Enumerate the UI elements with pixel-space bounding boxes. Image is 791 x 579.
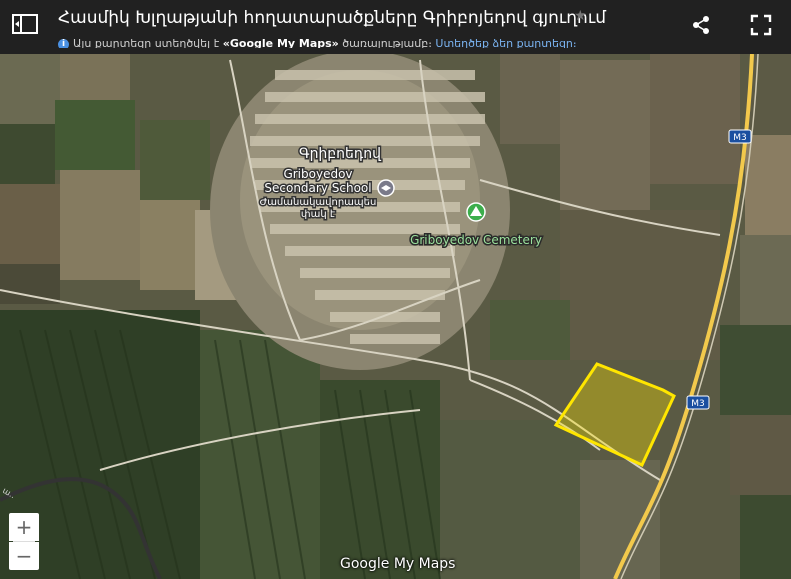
school-pin[interactable] <box>377 179 395 197</box>
village-label: Գրիբոեդով <box>299 146 382 162</box>
google-my-maps-logo[interactable]: Google My Maps <box>340 556 455 572</box>
cemetery-pin[interactable] <box>466 202 486 222</box>
school-label-line3: Ժամանակավորապես <box>260 197 377 208</box>
map-viewer: M3 M3 Գրիբոեդով Griboyedov Secondary Sch… <box>0 0 791 579</box>
road-shield-m3-top: M3 <box>728 129 752 144</box>
school-label-line2: Secondary School <box>264 181 371 195</box>
header-bar: Հասմիկ Խլղաթյանի հողատարածքները Գրիբոյեդ… <box>0 0 791 54</box>
road-shield-m3-bottom: M3 <box>686 395 710 410</box>
info-line: i Այս քարտեզը ստեղծվել է «Google My Maps»… <box>58 34 577 48</box>
create-map-link[interactable]: Ստեղծեք ձեր քարտեզը։ <box>435 37 576 48</box>
map-title: Հասմիկ Խլղաթյանի հողատարածքները Գրիբոյեդ… <box>58 8 606 28</box>
cemetery-label: Griboyedov Cemetery <box>410 233 542 247</box>
zoom-out-button[interactable]: − <box>9 542 39 570</box>
share-icon[interactable] <box>690 14 712 36</box>
info-middle: ծառայությամբ։ <box>342 37 432 48</box>
zoom-in-button[interactable]: + <box>9 513 39 541</box>
satellite-map[interactable]: M3 M3 Գրիբոեդով Griboyedov Secondary Sch… <box>0 0 791 579</box>
road-shield-text: M3 <box>691 399 705 409</box>
school-label-line4: փակ է <box>301 209 335 220</box>
sidebar-toggle-icon[interactable] <box>12 13 38 35</box>
info-bold: «Google My Maps» <box>222 37 339 48</box>
fullscreen-icon[interactable] <box>750 14 772 36</box>
school-label-line1: Griboyedov <box>283 167 352 181</box>
star-icon[interactable]: ★ <box>574 8 587 24</box>
info-icon: i <box>58 39 69 48</box>
road-shield-text: M3 <box>733 133 747 143</box>
info-prefix: Այս քարտեզը ստեղծվել է <box>73 37 220 48</box>
